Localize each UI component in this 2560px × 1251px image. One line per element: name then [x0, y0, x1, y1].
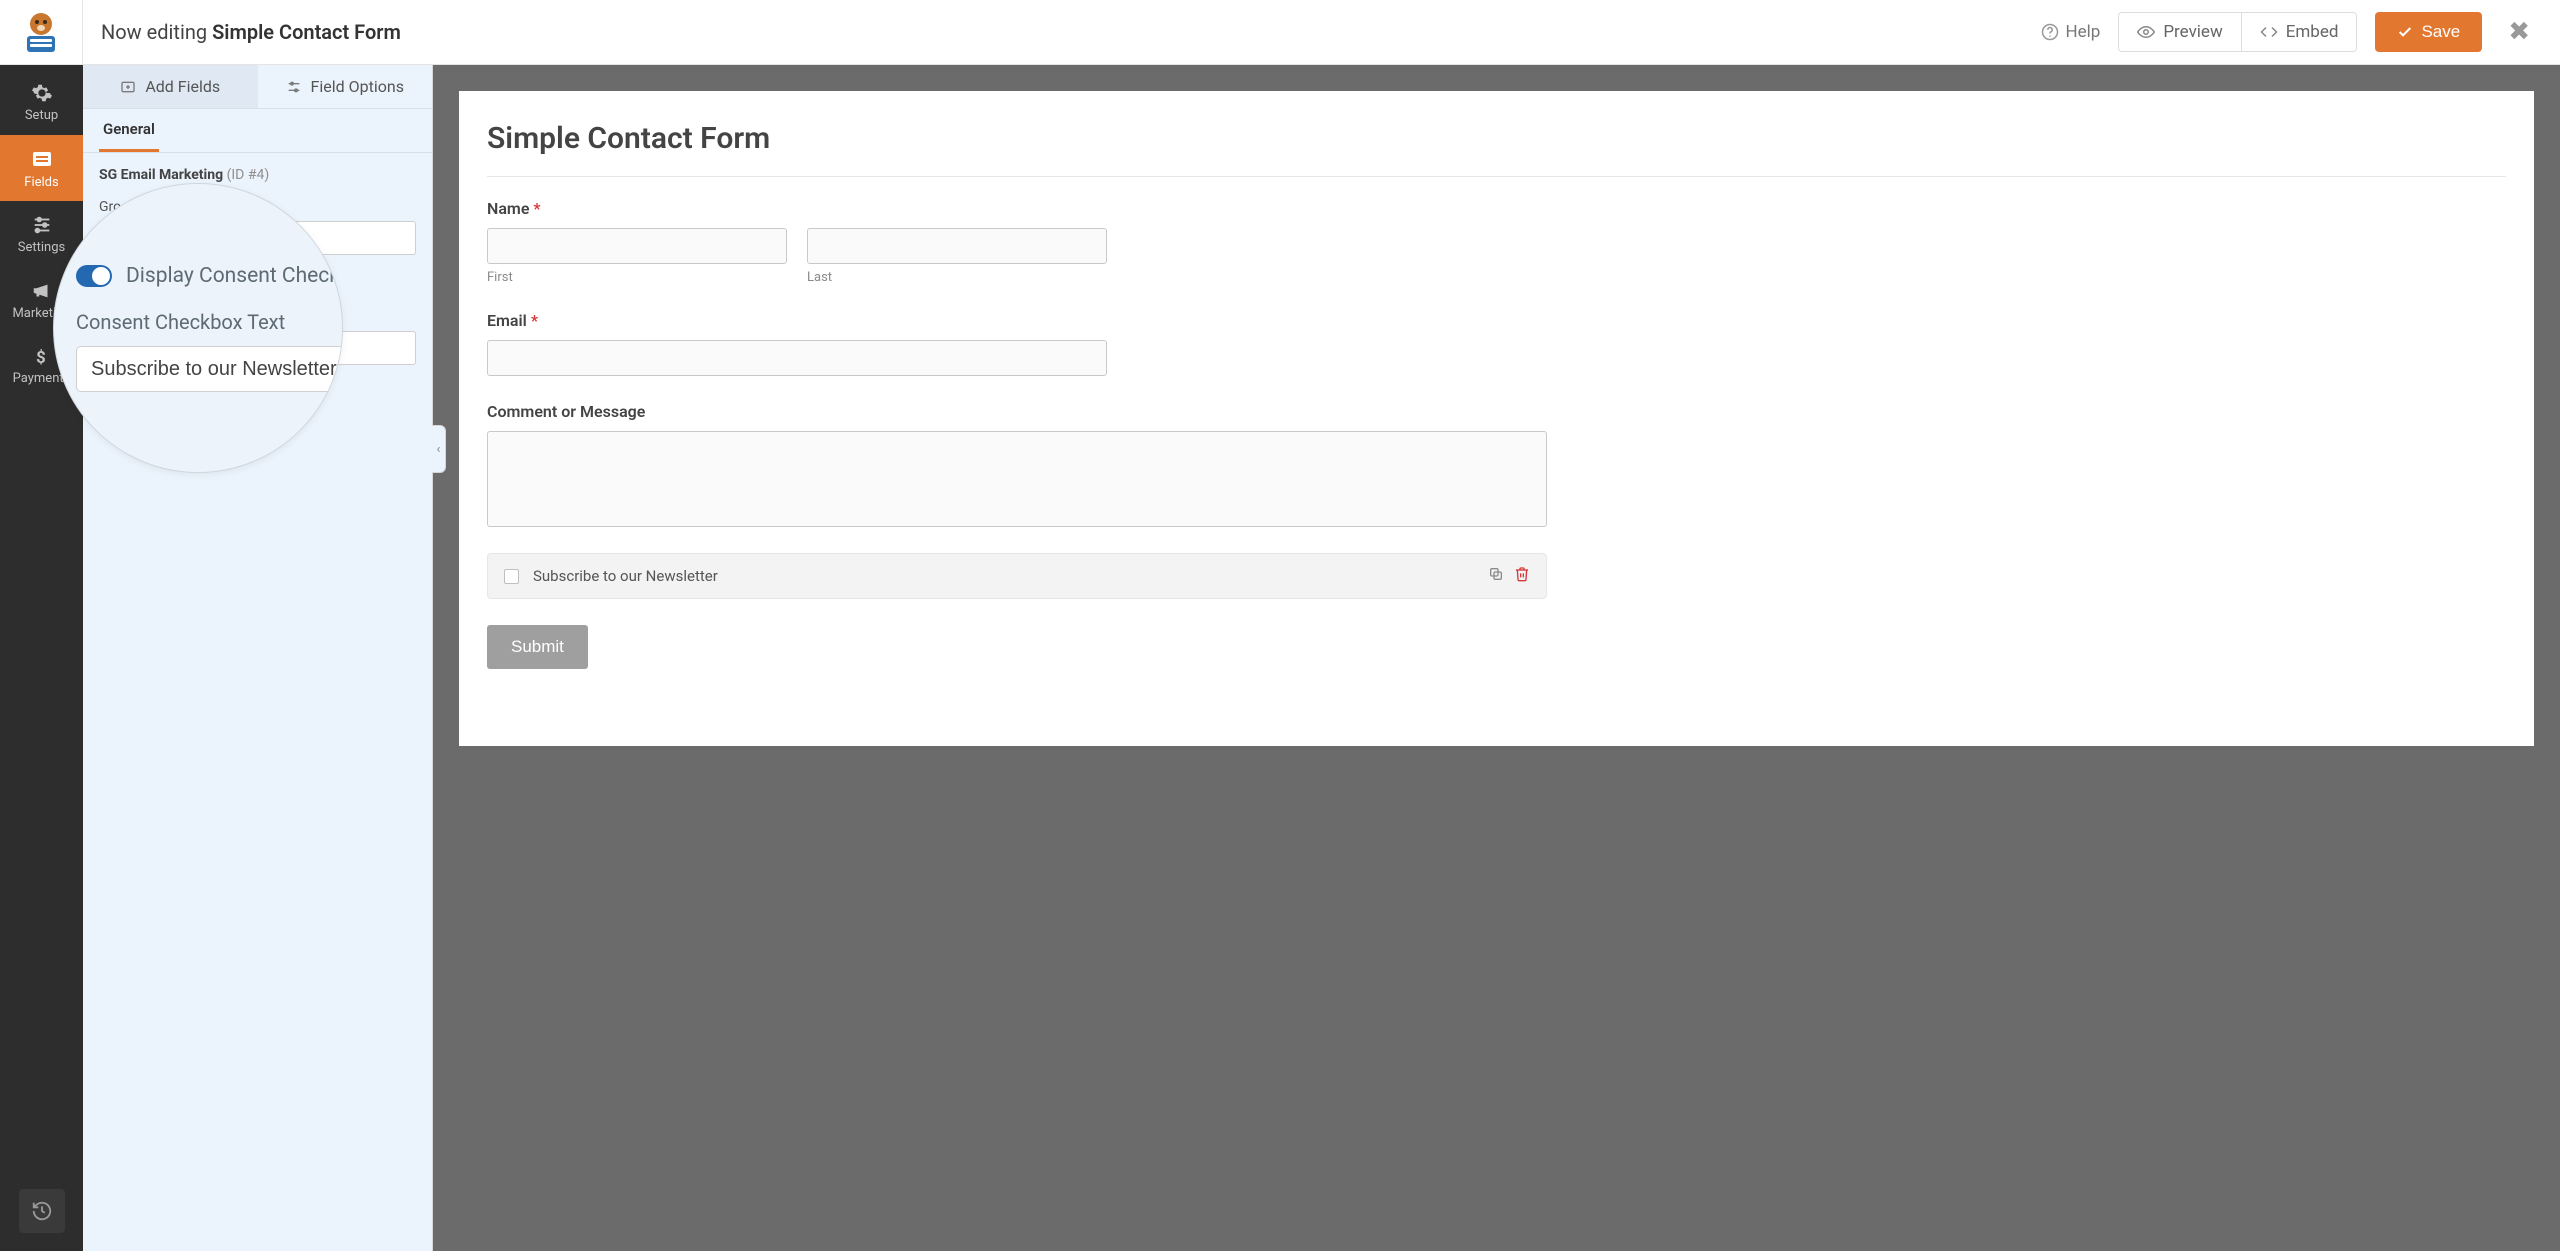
consent-checkbox[interactable]: [504, 569, 519, 584]
close-icon: ✖: [2508, 17, 2530, 47]
consent-text-label: Consent Checkbox Text: [76, 310, 320, 334]
page-title-prefix: Now editing: [101, 20, 207, 44]
code-icon: [2260, 23, 2278, 41]
tab-add-fields[interactable]: Add Fields: [83, 65, 258, 108]
tab-field-options[interactable]: Field Options: [258, 65, 433, 108]
name-label: Name*: [487, 199, 2506, 218]
history-icon: [31, 1200, 53, 1222]
sidenav-setup[interactable]: Setup: [0, 69, 83, 135]
message-label: Comment or Message: [487, 402, 2506, 421]
required-asterisk: *: [533, 199, 540, 218]
email-input[interactable]: [487, 340, 1107, 376]
zoom-callout: Display Consent Check Consent Checkbox T…: [53, 183, 343, 473]
field-id-text: (ID #4): [227, 167, 270, 183]
help-icon: [2041, 23, 2059, 41]
required-asterisk: *: [531, 311, 538, 330]
preview-label: Preview: [2163, 22, 2222, 42]
page-title: Now editing Simple Contact Form: [101, 20, 401, 44]
dollar-icon: $: [32, 347, 52, 367]
field-message-block[interactable]: Comment or Message: [487, 402, 2506, 527]
preview-button[interactable]: Preview: [2119, 13, 2240, 51]
eye-icon: [2137, 23, 2155, 41]
sidenav-fields[interactable]: Fields: [0, 135, 83, 201]
sidenav-label: Settings: [18, 240, 65, 255]
duplicate-field-button[interactable]: [1488, 566, 1504, 586]
field-name-block[interactable]: Name* First Last: [487, 199, 2506, 285]
sliders-icon: [31, 214, 53, 236]
field-name: SG Email Marketing: [99, 167, 223, 183]
close-button[interactable]: ✖: [2500, 17, 2538, 47]
first-name-input[interactable]: [487, 228, 787, 264]
display-consent-toggle[interactable]: [76, 265, 112, 287]
field-identifier: SG Email Marketing (ID #4): [99, 167, 416, 183]
fields-icon: [30, 147, 54, 171]
form-canvas: Simple Contact Form Name* First Last: [433, 65, 2560, 1251]
help-label: Help: [2066, 22, 2101, 42]
embed-label: Embed: [2286, 22, 2339, 42]
sidenav-label: Fields: [24, 175, 58, 190]
page-title-form-name: Simple Contact Form: [212, 20, 401, 44]
save-button[interactable]: Save: [2375, 12, 2482, 52]
sidenav-label: Setup: [25, 108, 58, 123]
divider: [487, 176, 2506, 177]
app-logo: [0, 0, 83, 65]
email-label: Email*: [487, 311, 2506, 330]
add-field-icon: [120, 79, 136, 95]
last-sublabel: Last: [807, 270, 1107, 285]
panel-collapse-handle[interactable]: ‹: [432, 425, 446, 473]
revisions-button[interactable]: [19, 1189, 65, 1233]
save-label: Save: [2421, 22, 2460, 42]
embed-button[interactable]: Embed: [2241, 13, 2357, 51]
delete-field-button[interactable]: [1514, 566, 1530, 586]
first-sublabel: First: [487, 270, 787, 285]
options-icon: [286, 79, 302, 95]
app-header: Now editing Simple Contact Form Help Pre…: [0, 0, 2560, 65]
side-nav: Setup Fields Settings Marketing $ Paymen…: [0, 65, 83, 1251]
check-icon: [2397, 24, 2413, 40]
consent-text: Subscribe to our Newsletter: [533, 567, 718, 585]
svg-text:$: $: [36, 348, 46, 366]
megaphone-icon: [31, 280, 53, 302]
form-title: Simple Contact Form: [487, 121, 2506, 156]
gear-icon: [31, 82, 53, 104]
preview-embed-group: Preview Embed: [2118, 12, 2357, 52]
subtab-general[interactable]: General: [99, 109, 159, 152]
display-consent-label: Display Consent Check: [126, 264, 340, 288]
tab-label: Field Options: [311, 77, 404, 96]
form-preview: Simple Contact Form Name* First Last: [459, 91, 2534, 746]
tab-label: Add Fields: [145, 77, 220, 96]
help-link[interactable]: Help: [2041, 22, 2101, 42]
submit-button[interactable]: Submit: [487, 625, 588, 669]
field-options-panel: Add Fields Field Options General SG Emai…: [83, 65, 433, 1251]
message-textarea[interactable]: [487, 431, 1547, 527]
last-name-input[interactable]: [807, 228, 1107, 264]
field-email-block[interactable]: Email*: [487, 311, 2506, 376]
chevron-left-icon: ‹: [437, 442, 441, 457]
consent-text-input[interactable]: [76, 346, 343, 392]
field-consent-block[interactable]: Subscribe to our Newsletter: [487, 553, 1547, 599]
